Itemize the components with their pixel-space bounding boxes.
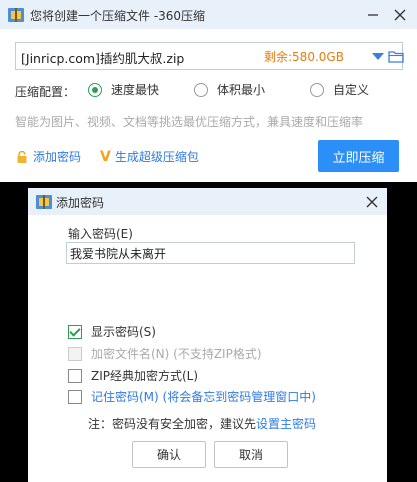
cancel-button[interactable]: 取消 — [214, 441, 288, 468]
remember-password-label: 记住密码(M) (将会备忘到密码管理窗口中) — [91, 390, 316, 404]
show-password-option[interactable]: 显示密码(S) — [68, 323, 156, 340]
lock-icon — [16, 150, 28, 163]
option-label: 自定义 — [333, 83, 370, 97]
show-password-checkbox[interactable] — [68, 324, 82, 339]
compress-window: 您将创建一个压缩文件 -360压缩 [Jinricp.com]插约肌大叔.zip… — [0, 0, 417, 182]
remember-password-checkbox[interactable] — [68, 389, 82, 404]
super-package-link[interactable]: V 生成超级压缩包 — [100, 148, 199, 165]
radio-unselected[interactable] — [194, 82, 208, 97]
encrypt-filename-option: 加密文件名(N) (不支持ZIP格式) — [68, 345, 262, 362]
set-master-password-link[interactable]: 设置主密码 — [256, 417, 316, 431]
output-path-text: [Jinricp.com]插约肌大叔.zip — [21, 51, 185, 66]
app-logo-icon — [36, 195, 52, 209]
radio-unselected[interactable] — [310, 82, 324, 97]
remember-password-option[interactable]: 记住密码(M) (将会备忘到密码管理窗口中) — [68, 388, 316, 405]
option-size-smallest[interactable]: 体积最小 — [194, 81, 265, 98]
dialog-title: 添加密码 — [56, 196, 105, 210]
remaining-space: 剩余:580.0GB — [264, 50, 344, 64]
title-bar: 您将创建一个压缩文件 -360压缩 — [0, 0, 417, 29]
option-custom[interactable]: 自定义 — [310, 81, 369, 98]
radio-selected[interactable] — [88, 82, 102, 97]
show-password-label: 显示密码(S) — [91, 325, 156, 339]
folder-icon[interactable] — [388, 49, 404, 63]
add-password-link[interactable]: 添加密码 — [16, 148, 81, 165]
encrypt-filename-checkbox — [68, 346, 82, 361]
v-badge-icon: V — [100, 148, 111, 165]
super-package-text[interactable]: 生成超级压缩包 — [115, 148, 199, 165]
add-password-text[interactable]: 添加密码 — [33, 148, 81, 165]
compression-hint: 智能为图片、视频、文档等挑选最优压缩方式，兼具速度和压缩率 — [15, 115, 364, 129]
close-icon[interactable] — [361, 191, 383, 213]
confirm-button[interactable]: 确认 — [132, 441, 206, 468]
app-logo-icon — [8, 8, 24, 22]
dialog-title-bar: 添加密码 — [28, 188, 387, 215]
encrypt-filename-label: 加密文件名(N) (不支持ZIP格式) — [91, 347, 262, 361]
dropdown-arrow-icon[interactable] — [372, 53, 384, 60]
password-dialog: 添加密码 输入密码(E) 显示密码(S) 加密文件名(N) (不支持ZIP格式)… — [28, 188, 387, 482]
password-input[interactable] — [66, 242, 355, 264]
output-path-field[interactable]: [Jinricp.com]插约肌大叔.zip 剩余:580.0GB — [15, 42, 404, 70]
option-label: 体积最小 — [217, 83, 266, 97]
password-field-label: 输入密码(E) — [68, 227, 133, 241]
compress-config-label: 压缩配置： — [15, 85, 76, 99]
zip-classic-label: ZIP经典加密方式(L) — [91, 369, 199, 383]
option-label: 速度最快 — [111, 83, 160, 97]
compress-now-button[interactable]: 立即压缩 — [318, 140, 399, 172]
security-note: 注：密码没有安全加密，建议先设置主密码 — [88, 415, 316, 432]
minimize-icon[interactable] — [362, 4, 384, 26]
zip-classic-option[interactable]: ZIP经典加密方式(L) — [68, 367, 198, 384]
close-icon[interactable] — [389, 4, 411, 26]
option-speed-fastest[interactable]: 速度最快 — [88, 81, 159, 98]
zip-classic-checkbox[interactable] — [68, 368, 82, 383]
note-text: 注：密码没有安全加密，建议先 — [88, 417, 257, 431]
window-title: 您将创建一个压缩文件 -360压缩 — [30, 9, 206, 23]
